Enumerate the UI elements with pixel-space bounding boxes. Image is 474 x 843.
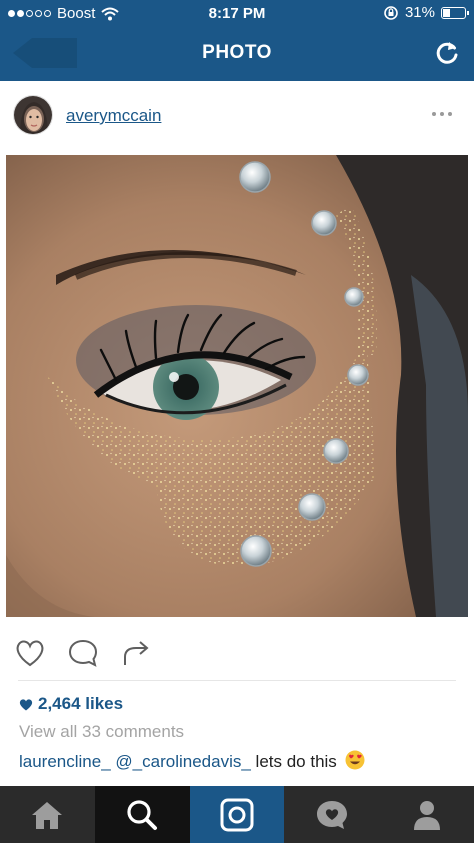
more-options-icon[interactable] [432, 109, 456, 119]
post-photo[interactable] [6, 155, 468, 617]
profile-icon [413, 800, 440, 830]
divider [18, 680, 456, 681]
refresh-icon[interactable] [434, 40, 460, 66]
search-icon [127, 799, 158, 830]
rotation-lock-icon [384, 5, 398, 20]
battery-group: 31% [383, 4, 469, 21]
heart-eyes-emoji-icon [345, 750, 365, 770]
top-bar: Boost 8:17 PM 31% PHOTO [0, 0, 474, 81]
camera-icon [220, 798, 254, 831]
battery-percent: 31% [404, 4, 435, 21]
tab-profile[interactable] [379, 786, 474, 843]
share-arrow-icon[interactable] [119, 636, 153, 670]
comment-mention[interactable]: @_carolinedavis_ [115, 752, 250, 771]
heart-bubble-icon [316, 800, 347, 829]
tab-camera[interactable] [189, 786, 285, 843]
battery-icon [441, 6, 469, 19]
view-all-comments-link[interactable]: View all 33 comments [19, 722, 184, 742]
comment-bubble-icon[interactable] [66, 636, 100, 670]
tab-bar [0, 786, 474, 843]
likes-label: 2,464 likes [38, 694, 124, 713]
heart-outline-icon[interactable] [13, 636, 47, 670]
post-header: averymccain [0, 81, 474, 155]
tab-activity[interactable] [284, 786, 379, 843]
tab-search[interactable] [94, 786, 190, 843]
home-icon [32, 801, 63, 829]
status-bar: Boost 8:17 PM 31% [0, 0, 474, 26]
comment: laurencline_ @_carolinedavis_ lets do th… [19, 750, 365, 772]
heart-filled-icon [19, 698, 33, 710]
post-actions [0, 630, 474, 676]
username-link[interactable]: averymccain [66, 106, 161, 126]
avatar[interactable] [13, 95, 53, 135]
comment-text: lets do this [250, 752, 337, 771]
likes-count[interactable]: 2,464 likes [19, 694, 123, 714]
page-title: PHOTO [202, 42, 272, 63]
tab-home[interactable] [0, 786, 95, 843]
comment-username[interactable]: laurencline_ [19, 752, 111, 771]
